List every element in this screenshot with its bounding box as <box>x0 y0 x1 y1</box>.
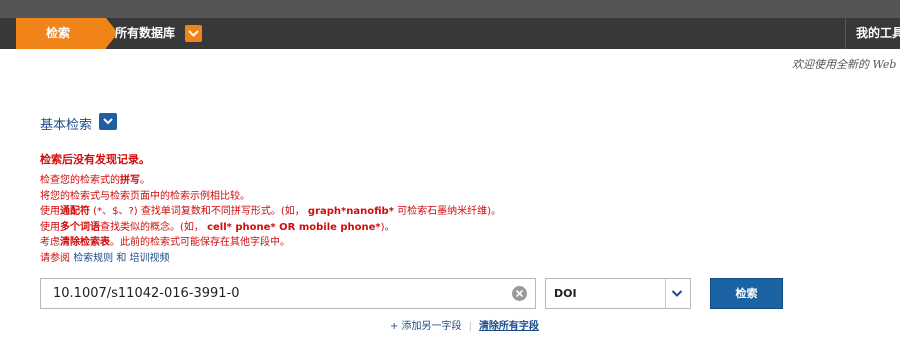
close-icon <box>516 290 523 297</box>
tip-emphasis: 通配符 <box>60 206 90 217</box>
chevron-down-icon <box>188 30 199 37</box>
clear-input-button[interactable] <box>512 286 527 301</box>
tip-text: )。 <box>380 221 395 233</box>
top-strip <box>0 0 900 18</box>
tip-text: 查找类似的概念。(如， <box>100 221 208 233</box>
tip-text: 使用 <box>40 206 60 217</box>
field-actions: + 添加另一字段 | 清除所有字段 <box>390 317 539 332</box>
search-mode-title[interactable]: 基本检索 <box>40 114 92 133</box>
chevron-down-icon <box>103 118 113 125</box>
my-tools-menu[interactable]: 我的工具 <box>856 18 900 49</box>
tip-text: 。此前的检索式可能保存在其他字段中。 <box>110 237 290 248</box>
nav-divider <box>845 18 846 49</box>
tip-emphasis: 清除检索表 <box>60 237 110 248</box>
field-select-value: DOI <box>554 287 577 300</box>
search-tips: 检查您的检索式的拼写。 将您的检索式与检索页面中的检索示例相比较。 使用通配符 … <box>40 173 501 266</box>
chevron-down-icon <box>671 290 683 297</box>
tip-text: 。 <box>140 175 150 186</box>
tip-example: graph*nanofib* <box>307 206 394 217</box>
welcome-message: 欢迎使用全新的 Web of <box>792 58 900 71</box>
database-dropdown-button[interactable] <box>185 25 202 42</box>
tip-emphasis: 多个词语 <box>60 221 100 233</box>
see-also-and: 和 <box>116 252 127 264</box>
tip-text: 检查您的检索式的 <box>40 175 120 186</box>
tip-emphasis: 拼写 <box>120 175 140 186</box>
training-video-link[interactable]: 培训视频 <box>130 253 170 264</box>
tip-line: 使用通配符 (*、$、?) 查找单词复数和不同拼写形式。(如， graph*na… <box>40 204 501 220</box>
tip-example: cell* phone* OR mobile phone* <box>207 221 381 233</box>
search-input[interactable]: 10.1007/s11042-016-3991-0 <box>40 278 536 309</box>
see-also-line: 请参阅 检索规则 和 培训视频 <box>40 251 501 267</box>
clear-all-fields-link[interactable]: 清除所有字段 <box>479 321 539 332</box>
tip-line: 考虑清除检索表。此前的检索式可能保存在其他字段中。 <box>40 235 501 251</box>
tab-search[interactable]: 检索 <box>16 18 118 49</box>
database-selector-label[interactable]: 所有数据库 <box>115 18 175 49</box>
tip-text: (*、$、?) 查找单词复数和不同拼写形式。(如， <box>90 206 308 217</box>
tip-text: 考虑 <box>40 237 60 248</box>
search-rules-link[interactable]: 检索规则 <box>73 253 113 264</box>
no-results-title: 检索后没有发现记录。 <box>40 153 150 166</box>
see-also-prefix: 请参阅 <box>40 252 70 264</box>
search-button[interactable]: 检索 <box>710 278 783 309</box>
tip-line: 检查您的检索式的拼写。 <box>40 173 501 189</box>
select-divider <box>665 279 666 308</box>
field-select[interactable]: DOI <box>545 278 691 309</box>
tip-line: 将您的检索式与检索页面中的检索示例相比较。 <box>40 190 250 202</box>
link-separator: | <box>468 321 472 332</box>
tip-text: 使用 <box>40 221 60 233</box>
search-mode-dropdown[interactable] <box>99 113 117 130</box>
tip-line: 使用多个词语查找类似的概念。(如， cell* phone* OR mobile… <box>40 220 501 236</box>
navigation-bar: 检索 所有数据库 我的工具 <box>0 18 900 49</box>
add-field-link[interactable]: + 添加另一字段 <box>390 321 462 332</box>
tip-text: 可检索石墨纳米纤维)。 <box>393 206 502 217</box>
